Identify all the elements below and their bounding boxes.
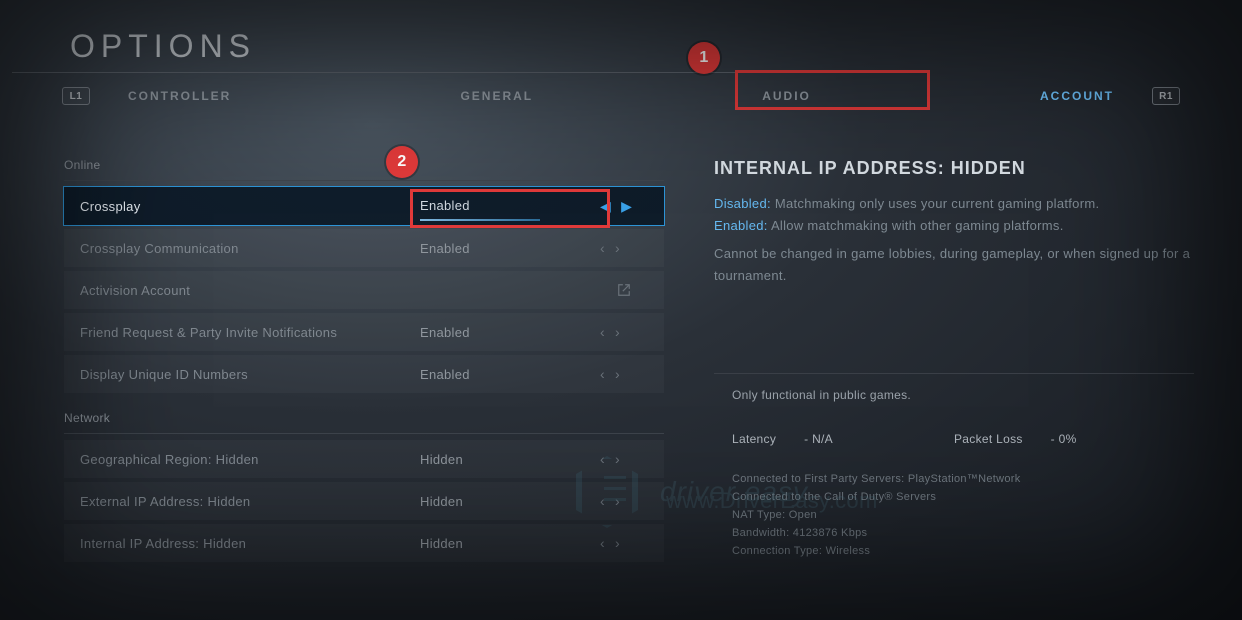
row-internal-ip[interactable]: Internal IP Address: Hidden Hidden ‹ › bbox=[64, 524, 664, 562]
chevron-left-icon[interactable]: ‹ bbox=[600, 366, 605, 382]
row-label: External IP Address: Hidden bbox=[80, 494, 420, 509]
row-value: Hidden bbox=[420, 536, 600, 551]
row-label: Friend Request & Party Invite Notificati… bbox=[80, 325, 420, 340]
bumper-l1[interactable]: L1 bbox=[62, 87, 90, 105]
network-line: Connected to the Call of Duty® Servers bbox=[732, 488, 1176, 506]
chevron-right-icon[interactable]: › bbox=[615, 535, 620, 551]
chevron-left-icon[interactable]: ‹ bbox=[600, 535, 605, 551]
row-label: Crossplay bbox=[80, 199, 420, 214]
row-value: Enabled bbox=[420, 198, 600, 215]
title-rule bbox=[12, 72, 810, 73]
row-arrows[interactable]: ‹ › bbox=[600, 324, 648, 340]
detail-enabled-line: Enabled: Allow matchmaking with other ga… bbox=[714, 215, 1232, 237]
row-arrows[interactable]: ◀ ▶ bbox=[600, 198, 648, 215]
chevron-right-icon[interactable]: › bbox=[615, 366, 620, 382]
section-rule bbox=[64, 433, 664, 434]
section-rule bbox=[64, 180, 664, 181]
network-line: Connected to First Party Servers: PlaySt… bbox=[732, 470, 1176, 488]
row-external-ip[interactable]: External IP Address: Hidden Hidden ‹ › bbox=[64, 482, 664, 520]
network-box: Only functional in public games. Latency… bbox=[714, 373, 1194, 572]
row-geo-region[interactable]: Geographical Region: Hidden Hidden ‹ › bbox=[64, 440, 664, 478]
chevron-left-icon[interactable]: ‹ bbox=[600, 324, 605, 340]
row-activision-account[interactable]: Activision Account bbox=[64, 271, 664, 309]
chevron-left-icon[interactable]: ‹ bbox=[600, 451, 605, 467]
row-value: Enabled bbox=[420, 367, 600, 382]
section-label-network: Network bbox=[64, 411, 664, 425]
row-label: Display Unique ID Numbers bbox=[80, 367, 420, 382]
row-label: Activision Account bbox=[80, 283, 420, 298]
row-value: Enabled bbox=[420, 241, 600, 256]
detail-panel: INTERNAL IP ADDRESS: HIDDEN Disabled: Ma… bbox=[664, 158, 1232, 612]
tab-account[interactable]: ACCOUNT bbox=[1040, 89, 1114, 103]
row-label: Internal IP Address: Hidden bbox=[80, 536, 420, 551]
row-arrows[interactable]: ‹ › bbox=[600, 451, 648, 467]
row-display-unique-id[interactable]: Display Unique ID Numbers Enabled ‹ › bbox=[64, 355, 664, 393]
tab-audio[interactable]: AUDIO bbox=[762, 89, 811, 103]
detail-disabled-text: Matchmaking only uses your current gamin… bbox=[775, 196, 1100, 211]
detail-note: Cannot be changed in game lobbies, durin… bbox=[714, 243, 1232, 287]
network-line: Bandwidth: 4123876 Kbps bbox=[732, 524, 1176, 542]
row-arrows[interactable]: ‹ › bbox=[600, 535, 648, 551]
chevron-right-icon[interactable]: › bbox=[615, 493, 620, 509]
latency-value: - N/A bbox=[804, 432, 833, 446]
detail-disabled-line: Disabled: Matchmaking only uses your cur… bbox=[714, 193, 1232, 215]
tab-bar: L1 CONTROLLER GENERAL AUDIO ACCOUNT R1 bbox=[62, 82, 1180, 110]
bumper-r1[interactable]: R1 bbox=[1152, 87, 1180, 105]
chevron-right-icon[interactable]: ▶ bbox=[621, 198, 632, 215]
chevron-left-icon[interactable]: ◀ bbox=[600, 198, 611, 215]
chevron-right-icon[interactable]: › bbox=[615, 240, 620, 256]
latency-label: Latency bbox=[732, 432, 776, 446]
tab-general[interactable]: GENERAL bbox=[460, 89, 533, 103]
annotation-badge-1: 1 bbox=[688, 42, 720, 74]
row-arrows[interactable]: ‹ › bbox=[600, 366, 648, 382]
detail-enabled-label: Enabled: bbox=[714, 218, 768, 233]
chevron-right-icon[interactable]: › bbox=[615, 451, 620, 467]
chevron-left-icon[interactable]: ‹ bbox=[600, 240, 605, 256]
chevron-right-icon[interactable]: › bbox=[615, 324, 620, 340]
network-line: NAT Type: Open bbox=[732, 506, 1176, 524]
packet-loss-label: Packet Loss bbox=[954, 432, 1023, 446]
network-lines: Connected to First Party Servers: PlaySt… bbox=[732, 470, 1176, 560]
tab-controller[interactable]: CONTROLLER bbox=[128, 89, 231, 103]
row-crossplay[interactable]: Crossplay Enabled ◀ ▶ bbox=[64, 187, 664, 225]
row-value: Enabled bbox=[420, 325, 600, 340]
settings-list: Online Crossplay Enabled ◀ ▶ Crossplay C… bbox=[64, 158, 664, 612]
row-label: Crossplay Communication bbox=[80, 241, 420, 256]
row-arrows[interactable]: ‹ › bbox=[600, 493, 648, 509]
chevron-left-icon[interactable]: ‹ bbox=[600, 493, 605, 509]
detail-heading: INTERNAL IP ADDRESS: HIDDEN bbox=[714, 158, 1232, 179]
packet-loss-value: - 0% bbox=[1051, 432, 1077, 446]
external-link-icon[interactable] bbox=[600, 283, 648, 297]
page-title: OPTIONS bbox=[70, 28, 256, 65]
row-friend-requests[interactable]: Friend Request & Party Invite Notificati… bbox=[64, 313, 664, 351]
network-note: Only functional in public games. bbox=[732, 388, 1176, 402]
detail-enabled-text: Allow matchmaking with other gaming plat… bbox=[771, 218, 1064, 233]
section-label-online: Online bbox=[64, 158, 664, 172]
row-value: Hidden bbox=[420, 452, 600, 467]
network-line: Connection Type: Wireless bbox=[732, 542, 1176, 560]
row-crossplay-communication[interactable]: Crossplay Communication Enabled ‹ › bbox=[64, 229, 664, 267]
row-arrows[interactable]: ‹ › bbox=[600, 240, 648, 256]
row-label: Geographical Region: Hidden bbox=[80, 452, 420, 467]
detail-disabled-label: Disabled: bbox=[714, 196, 771, 211]
row-value: Hidden bbox=[420, 494, 600, 509]
